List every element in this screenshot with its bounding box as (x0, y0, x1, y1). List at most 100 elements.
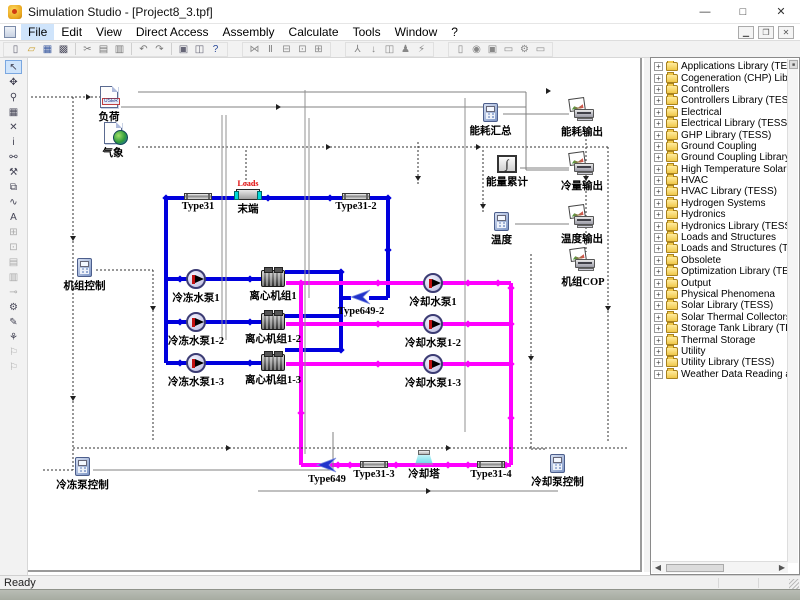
copy-button[interactable]: ▤ (96, 42, 111, 56)
expand-icon[interactable]: + (654, 210, 663, 219)
undo-button[interactable]: ↶ (136, 42, 151, 56)
menu-assembly[interactable]: Assembly (216, 24, 282, 40)
chiller-1[interactable] (261, 270, 285, 287)
weather-component[interactable] (104, 122, 122, 144)
expand-icon[interactable]: + (654, 313, 663, 322)
chw-pump-1[interactable] (186, 269, 206, 289)
new-button[interactable]: ▯ (8, 42, 23, 56)
pipe-type31[interactable] (184, 193, 212, 200)
load-component[interactable]: USER (100, 86, 118, 108)
cw-pump-control-calc[interactable] (550, 454, 565, 473)
flag-a-tool[interactable]: ⚐ (5, 345, 22, 359)
temperature-output[interactable] (569, 205, 595, 230)
grid-button[interactable]: ◫ (382, 42, 397, 56)
menu-tools[interactable]: Tools (346, 24, 388, 40)
menu-calculate[interactable]: Calculate (282, 24, 346, 40)
wrench-tool[interactable]: ⚒ (5, 165, 22, 179)
expand-icon[interactable]: + (654, 187, 663, 196)
pipe-type31-3[interactable] (360, 461, 388, 468)
chw-pump-1-2[interactable] (186, 312, 206, 332)
trace-button[interactable]: ⚡ (414, 42, 429, 56)
print-preview-button[interactable]: ◫ (192, 42, 207, 56)
scroll-right-icon[interactable]: ▶ (776, 563, 788, 572)
link-mode-button[interactable]: ⅄ (350, 42, 365, 56)
mdi-close-button[interactable]: ✕ (778, 26, 794, 39)
chiller-1-3[interactable] (261, 354, 285, 371)
expand-icon[interactable]: + (654, 62, 663, 71)
zoom-tool[interactable]: ⚲ (5, 90, 22, 104)
expand-icon[interactable]: + (654, 96, 663, 105)
menu-view[interactable]: View (89, 24, 129, 40)
expand-icon[interactable]: + (654, 244, 663, 253)
stop-button[interactable]: ▭ (533, 42, 548, 56)
print-tool[interactable]: ▥ (5, 270, 22, 284)
chiller-1-2[interactable] (261, 313, 285, 330)
open-button[interactable]: ▱ (24, 42, 39, 56)
link-tool[interactable]: ⚯ (5, 150, 22, 164)
grid-a-tool[interactable]: ⊞ (5, 225, 22, 239)
expand-icon[interactable]: + (654, 108, 663, 117)
zoom-100-button[interactable]: Ⅱ (263, 42, 278, 56)
save-button[interactable]: ▦ (40, 42, 55, 56)
energy-output[interactable] (569, 98, 595, 123)
pan-tool[interactable]: ✥ (5, 75, 22, 89)
menu-file[interactable]: File (21, 24, 54, 40)
fit-window-button[interactable]: ⋈ (247, 42, 262, 56)
cooling-output[interactable] (569, 152, 595, 177)
mdi-minimize-button[interactable]: ▁ (738, 26, 754, 39)
expand-icon[interactable]: + (654, 336, 663, 345)
expand-icon[interactable]: + (654, 256, 663, 265)
output-view-button[interactable]: ▣ (485, 42, 500, 56)
menu-direct-access[interactable]: Direct Access (129, 24, 216, 40)
expand-icon[interactable]: + (654, 153, 663, 162)
cop-output[interactable] (570, 248, 596, 273)
proforma-button[interactable]: ▯ (453, 42, 468, 56)
run-button[interactable]: ⚙ (517, 42, 532, 56)
terminal-unit[interactable] (236, 189, 260, 200)
unit-control-calc[interactable] (77, 258, 92, 277)
overview-button[interactable]: ⊞ (311, 42, 326, 56)
maximize-button[interactable]: □ (724, 0, 762, 23)
lock-button[interactable]: ♟ (398, 42, 413, 56)
drop-component-button[interactable]: ↓ (366, 42, 381, 56)
delete-tool[interactable]: ✕ (5, 120, 22, 134)
expand-icon[interactable]: + (654, 370, 663, 379)
cooling-tower[interactable] (415, 450, 433, 465)
duplicate-tool[interactable]: ⧉ (5, 180, 22, 194)
paste-button[interactable]: ▥ (112, 42, 127, 56)
settings-tool[interactable]: ⚙ (5, 300, 22, 314)
deck-button[interactable]: ▭ (501, 42, 516, 56)
expand-icon[interactable]: + (654, 324, 663, 333)
scroll-thumb[interactable] (666, 564, 724, 572)
close-button[interactable]: ✕ (762, 0, 800, 23)
cw-pump-1-2[interactable] (423, 314, 443, 334)
resize-grip[interactable] (789, 579, 799, 589)
expand-icon[interactable]: + (654, 267, 663, 276)
cw-pump-1-3[interactable] (423, 354, 443, 374)
flag-b-tool[interactable]: ⚐ (5, 360, 22, 374)
pipe-type31-2[interactable] (342, 193, 370, 200)
grid-b-tool[interactable]: ⊡ (5, 240, 22, 254)
minimize-button[interactable]: — (686, 0, 724, 23)
cut-button[interactable]: ✂ (80, 42, 95, 56)
redo-button[interactable]: ↷ (152, 42, 167, 56)
layers-tool[interactable]: ▤ (5, 255, 22, 269)
pen-tool[interactable]: ✎ (5, 315, 22, 329)
energy-integrator[interactable]: ∫ (497, 155, 517, 173)
expand-icon[interactable]: + (654, 301, 663, 310)
menu-edit[interactable]: Edit (54, 24, 89, 40)
cw-pump-1[interactable] (423, 273, 443, 293)
palette-vertical-scrollbar[interactable] (787, 59, 798, 563)
menu-?[interactable]: ? (444, 24, 465, 40)
palette-item[interactable]: +Weather Data Reading and Process (652, 369, 788, 380)
expand-icon[interactable]: + (654, 358, 663, 367)
expand-icon[interactable]: + (654, 165, 663, 174)
expand-icon[interactable]: + (654, 119, 663, 128)
print-button[interactable]: ▣ (176, 42, 191, 56)
expand-icon[interactable]: + (654, 279, 663, 288)
signal-tool[interactable]: ∿ (5, 195, 22, 209)
zoom-in-button[interactable]: ⊡ (295, 42, 310, 56)
chw-pump-1-3[interactable] (186, 353, 206, 373)
scroll-left-icon[interactable]: ◀ (652, 563, 664, 572)
expand-icon[interactable]: + (654, 222, 663, 231)
